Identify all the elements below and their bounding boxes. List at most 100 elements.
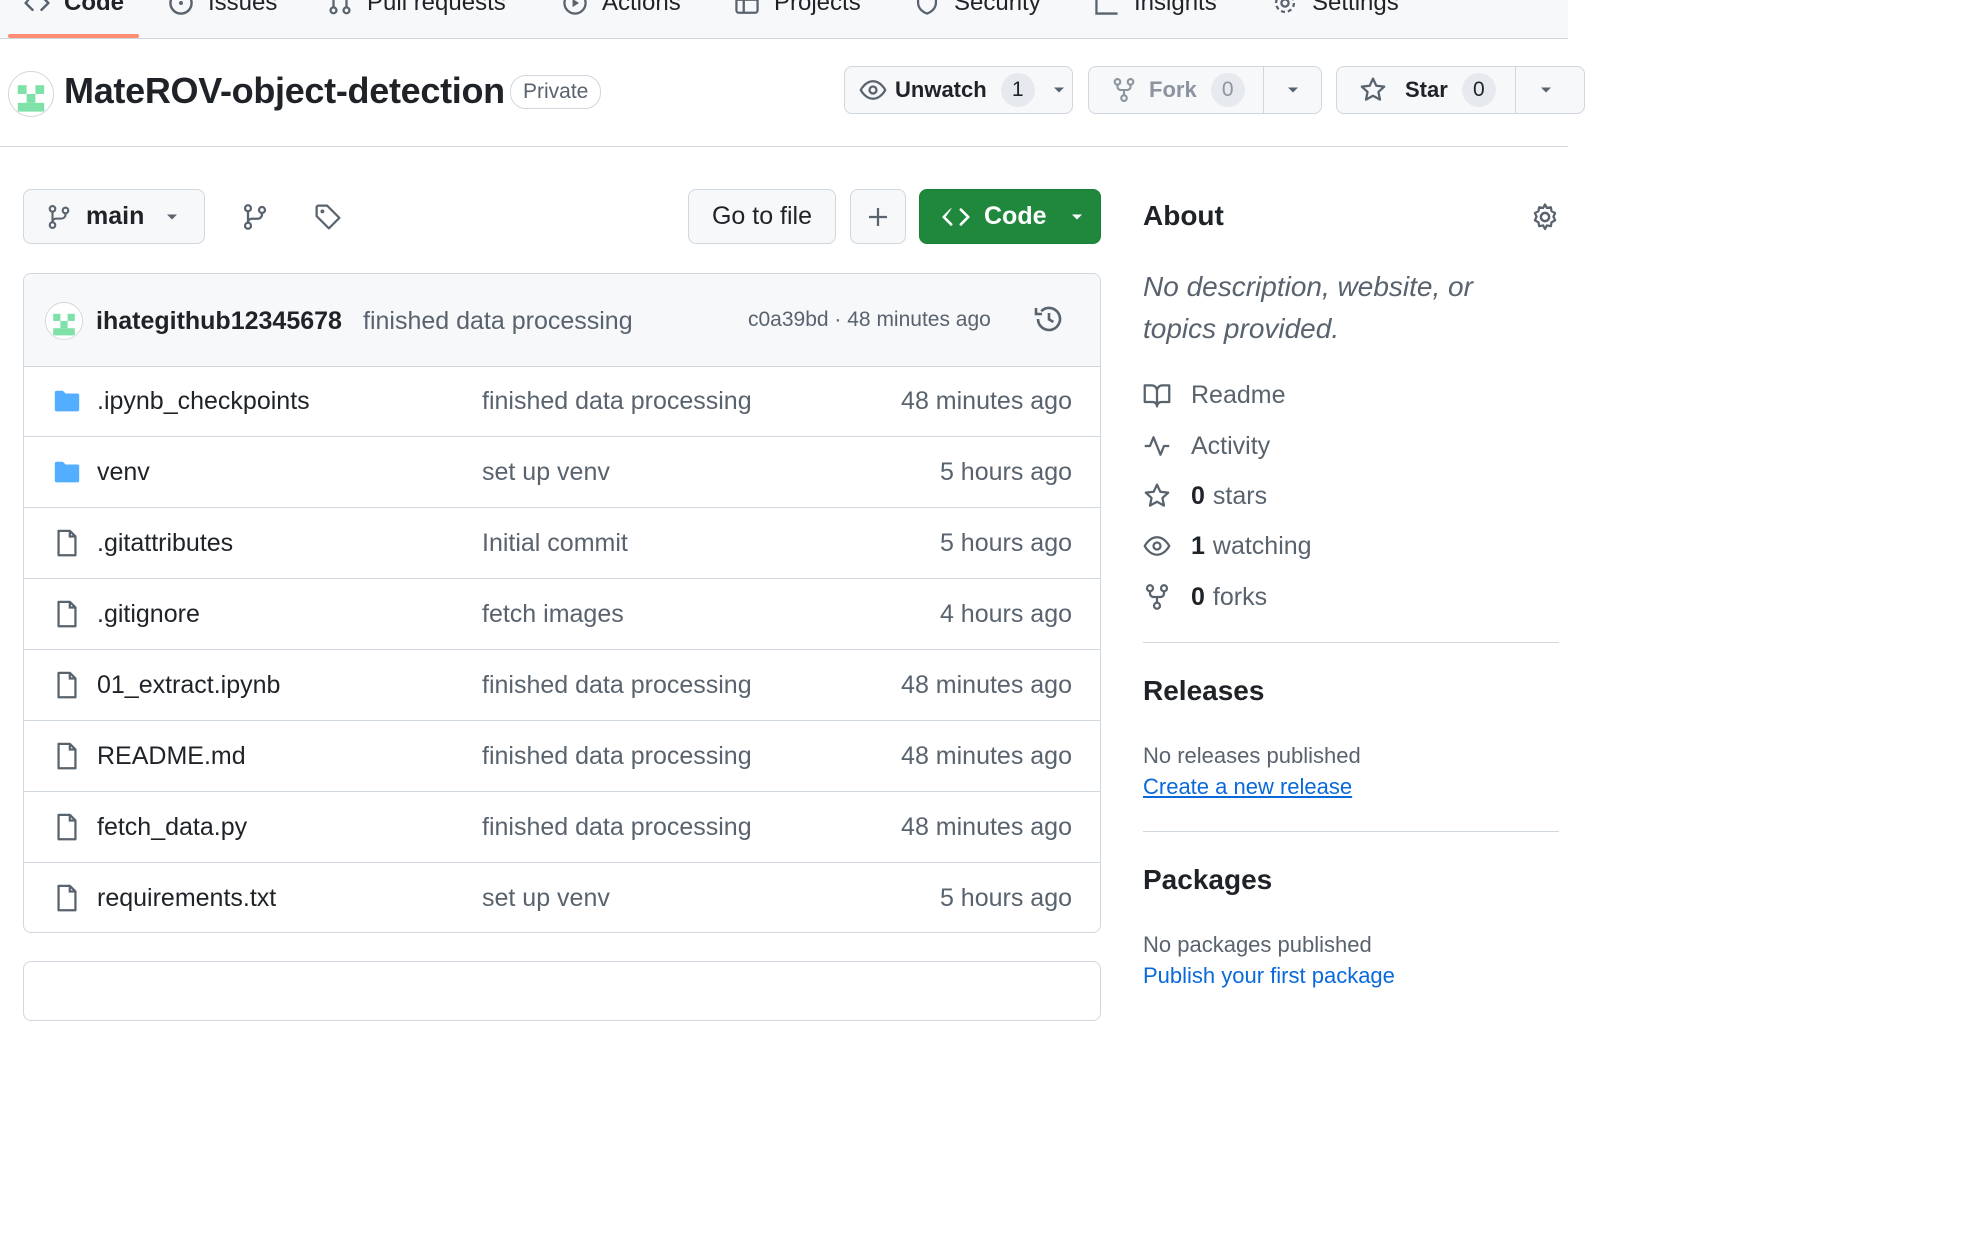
stars-link[interactable]: 0 stars xyxy=(1143,479,1267,513)
eye-icon xyxy=(1143,536,1171,556)
file-name[interactable]: fetch_data.py xyxy=(97,813,247,842)
watching-link[interactable]: 1 watching xyxy=(1143,529,1312,563)
file-icon xyxy=(57,813,77,841)
file-commit-message[interactable]: finished data processing xyxy=(482,813,752,842)
tab-label: Pull requests xyxy=(367,0,506,16)
forks-link[interactable]: 0 forks xyxy=(1143,580,1267,614)
add-file-button[interactable] xyxy=(850,189,906,244)
file-commit-time: 5 hours ago xyxy=(939,458,1072,486)
file-row[interactable]: .ipynb_checkpoints finished data processi… xyxy=(24,366,1100,437)
fork-options-button[interactable] xyxy=(1263,66,1322,114)
pull-request-icon xyxy=(329,0,351,15)
tab-label: Insights xyxy=(1134,0,1217,16)
file-icon-wrap xyxy=(52,670,82,700)
packages-heading[interactable]: Packages xyxy=(1143,864,1272,896)
tags-button[interactable] xyxy=(308,197,348,237)
fork-counter: 0 xyxy=(1210,73,1245,107)
pulse-icon xyxy=(1144,436,1170,456)
unwatch-button[interactable]: Unwatch 1 xyxy=(844,66,1073,114)
tab-pull-requests[interactable]: Pull requests xyxy=(327,0,506,18)
commit-meta: c0a39bd · 48 minutes ago xyxy=(748,308,991,331)
code-button[interactable]: Code xyxy=(919,189,1101,244)
publish-package-link[interactable]: Publish your first package xyxy=(1143,963,1395,989)
readme-panel xyxy=(23,961,1101,1021)
tab-projects[interactable]: Projects xyxy=(734,0,861,18)
file-commit-time: 48 minutes ago xyxy=(901,387,1072,415)
graph-icon xyxy=(1095,0,1118,15)
file-name[interactable]: .ipynb_checkpoints xyxy=(97,387,310,416)
file-name[interactable]: requirements.txt xyxy=(97,884,276,913)
file-name[interactable]: venv xyxy=(97,458,150,487)
branch-selector[interactable]: main xyxy=(23,189,205,244)
file-browser: ihategithub12345678 finished data proces… xyxy=(23,273,1101,933)
sidebar-divider xyxy=(1143,642,1559,643)
file-icon xyxy=(57,600,77,628)
branch-name: main xyxy=(86,202,145,230)
file-row[interactable]: .gitattributes Initial commit 5 hours ago xyxy=(24,508,1100,579)
file-name[interactable]: README.md xyxy=(97,742,246,771)
tag-icon xyxy=(315,204,341,230)
fork-button[interactable]: Fork 0 xyxy=(1088,66,1264,114)
tab-label: Projects xyxy=(774,0,861,16)
folder-icon-wrap xyxy=(52,386,82,416)
commit-author[interactable]: ihategithub12345678 xyxy=(96,307,342,336)
activity-link[interactable]: Activity xyxy=(1143,429,1270,463)
unwatch-label: Unwatch xyxy=(895,77,987,102)
commit-hash[interactable]: c0a39bd xyxy=(748,308,829,331)
star-label: Star xyxy=(1405,77,1448,102)
file-row[interactable]: .gitignore fetch images 4 hours ago xyxy=(24,579,1100,650)
readme-link[interactable]: Readme xyxy=(1143,378,1286,412)
caret-down-icon xyxy=(1071,214,1082,219)
file-commit-message[interactable]: finished data processing xyxy=(482,742,752,771)
commit-time: 48 minutes ago xyxy=(847,308,991,331)
file-commit-time: 5 hours ago xyxy=(939,529,1072,557)
packages-empty-text: No packages published xyxy=(1143,932,1372,957)
file-name[interactable]: .gitattributes xyxy=(97,529,233,558)
tab-label: Issues xyxy=(208,0,278,16)
file-commit-message[interactable]: fetch images xyxy=(482,600,624,629)
file-commit-time: 48 minutes ago xyxy=(901,671,1072,699)
commit-author-avatar[interactable] xyxy=(45,302,83,340)
commit-message[interactable]: finished data processing xyxy=(363,307,633,336)
file-row[interactable]: 01_extract.ipynb finished data processing… xyxy=(24,650,1100,721)
caret-down-icon xyxy=(1541,87,1551,93)
file-row[interactable]: README.md finished data processing 48 minu… xyxy=(24,721,1100,792)
create-release-link[interactable]: Create a new release xyxy=(1143,774,1352,800)
file-row[interactable]: fetch_data.py finished data processing 48 … xyxy=(24,792,1100,863)
tab-label: Security xyxy=(954,0,1041,16)
file-icon xyxy=(57,529,77,557)
branches-button[interactable] xyxy=(235,197,275,237)
tab-issues[interactable]: Issues xyxy=(168,0,277,18)
visibility-badge: Private xyxy=(510,75,602,109)
history-button[interactable] xyxy=(1033,303,1065,335)
tab-insights[interactable]: Insights xyxy=(1094,0,1217,18)
star-options-button[interactable] xyxy=(1515,66,1585,114)
history-icon xyxy=(1034,306,1062,332)
tab-security[interactable]: Security xyxy=(914,0,1041,18)
tab-actions[interactable]: Actions xyxy=(562,0,681,18)
file-icon-wrap xyxy=(52,812,82,842)
file-name[interactable]: .gitignore xyxy=(97,600,200,629)
repo-forked-icon xyxy=(1113,78,1135,102)
file-icon-wrap xyxy=(52,741,82,771)
fork-label: Fork xyxy=(1149,77,1197,102)
file-commit-message[interactable]: finished data processing xyxy=(482,387,752,416)
git-branch-icon xyxy=(243,204,267,230)
releases-heading[interactable]: Releases xyxy=(1143,675,1264,707)
repo-name[interactable]: MateROV-object-detection xyxy=(64,70,505,112)
repo-owner-avatar[interactable] xyxy=(8,71,54,117)
active-tab-indicator xyxy=(8,34,139,38)
tab-label: Settings xyxy=(1312,0,1399,16)
tab-settings[interactable]: Settings xyxy=(1272,0,1399,18)
star-button[interactable]: Star 0 xyxy=(1336,66,1516,114)
go-to-file-button[interactable]: Go to file xyxy=(688,189,836,244)
tab-code[interactable]: Code xyxy=(24,0,124,18)
about-settings-button[interactable] xyxy=(1530,202,1560,232)
file-row[interactable]: requirements.txt set up venv 5 hours ago xyxy=(24,863,1100,932)
file-commit-message[interactable]: Initial commit xyxy=(482,529,628,558)
file-row[interactable]: venv set up venv 5 hours ago xyxy=(24,437,1100,508)
file-commit-message[interactable]: set up venv xyxy=(482,884,610,913)
file-name[interactable]: 01_extract.ipynb xyxy=(97,671,280,700)
file-commit-message[interactable]: finished data processing xyxy=(482,671,752,700)
file-commit-message[interactable]: set up venv xyxy=(482,458,610,487)
